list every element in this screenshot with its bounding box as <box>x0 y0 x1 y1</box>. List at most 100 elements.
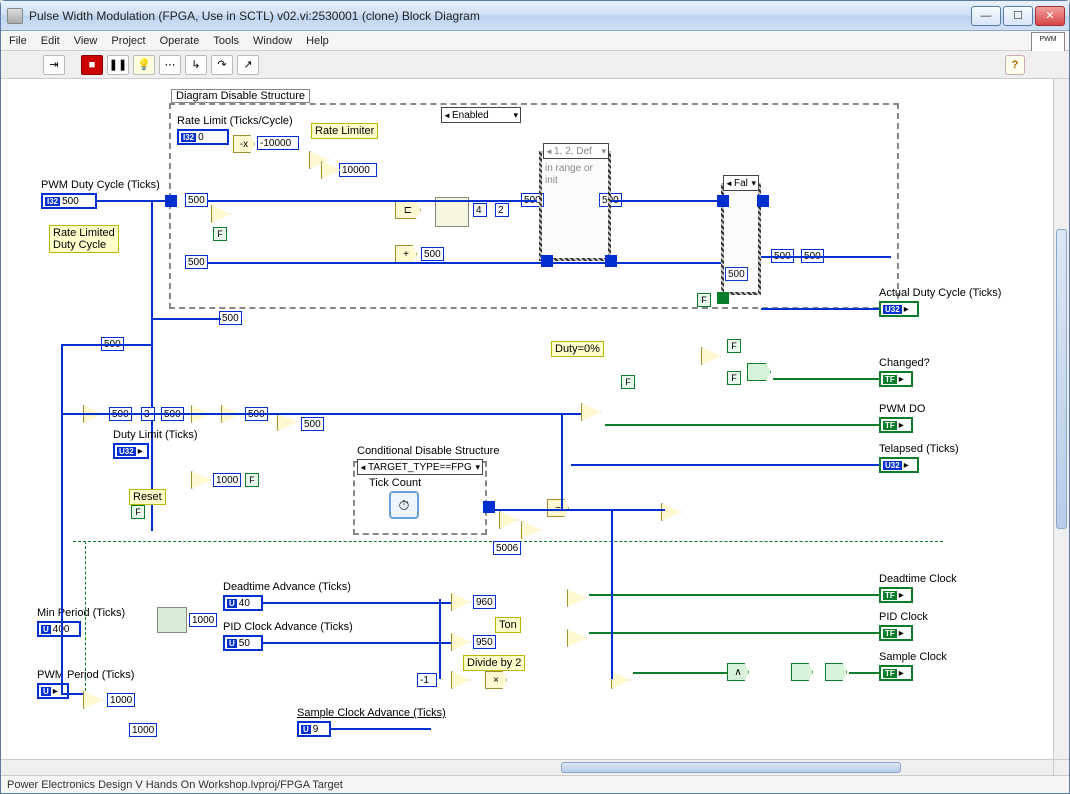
run-continuous-button[interactable]: ⇥ <box>43 55 65 75</box>
bundle-node[interactable] <box>435 197 469 227</box>
sample-clk-indicator[interactable]: TF▸ <box>879 665 913 681</box>
close-button[interactable]: ✕ <box>1035 6 1065 26</box>
const-pos10000: 10000 <box>339 163 377 177</box>
sub-node-6[interactable] <box>451 633 471 651</box>
step-over-button[interactable]: ↷ <box>211 55 233 75</box>
min-period-label: Min Period (Ticks) <box>37 607 125 619</box>
probe-500-1: 500 <box>185 193 208 207</box>
horizontal-scroll-thumb[interactable] <box>561 762 901 773</box>
deadtime-clk-label: Deadtime Clock <box>879 573 957 585</box>
compare-node-2[interactable] <box>581 403 601 421</box>
minimize-button[interactable]: — <box>971 6 1001 26</box>
pwm-do-label: PWM DO <box>879 403 925 415</box>
passthrough-node[interactable] <box>825 663 847 681</box>
pause-button[interactable]: ❚❚ <box>107 55 129 75</box>
select-node-2[interactable] <box>791 663 813 681</box>
scale-node[interactable]: × <box>485 671 507 689</box>
case-inrange-selector[interactable]: 1, 2, Def <box>543 143 609 159</box>
add-node-1[interactable]: + <box>395 245 417 263</box>
min-period-control[interactable]: U400 <box>37 621 81 637</box>
probe-960: 960 <box>473 595 496 609</box>
toolbar: ⇥ ■ ❚❚ 💡 ⋯ ↳ ↷ ↗ ? <box>1 51 1069 79</box>
shift-node[interactable] <box>451 671 471 689</box>
horizontal-scrollbar[interactable] <box>1 759 1053 775</box>
rate-limited-note: Rate LimitedDuty Cycle <box>49 225 119 253</box>
scroll-corner <box>1053 759 1069 775</box>
diagram-disable-selector[interactable]: Enabled <box>441 107 521 123</box>
pwm-period-control[interactable]: U▸ <box>37 683 69 699</box>
max-node-2[interactable] <box>83 691 103 709</box>
vertical-scrollbar[interactable] <box>1053 79 1069 759</box>
sub-node-4[interactable]: − <box>547 499 569 517</box>
menu-project[interactable]: Project <box>111 35 145 47</box>
case-false-selector[interactable]: Fal <box>723 175 759 191</box>
duty-zero-label: Duty=0% <box>551 341 604 357</box>
cond-struct-selector[interactable]: TARGET_TYPE==FPG <box>357 459 483 475</box>
select-node-green[interactable] <box>747 363 771 381</box>
sample-adv-control[interactable]: U9 <box>297 721 331 737</box>
const-2: 2 <box>495 203 509 217</box>
ge-node-5[interactable] <box>611 671 631 689</box>
tick-count-icon[interactable]: ⏱ <box>389 491 419 519</box>
telapsed-indicator[interactable]: U32▸ <box>879 457 919 473</box>
menu-help[interactable]: Help <box>306 35 329 47</box>
telapsed-label: Telapsed (Ticks) <box>879 443 959 455</box>
sub-node-5[interactable] <box>451 593 471 611</box>
rate-limit-control[interactable]: I320 <box>177 129 229 145</box>
menu-edit[interactable]: Edit <box>41 35 60 47</box>
const-neg1: -1 <box>417 673 437 687</box>
status-bar: Power Electronics Design V Hands On Work… <box>1 775 1069 793</box>
sub-node-2[interactable] <box>191 471 211 489</box>
inrange-coerce-node[interactable]: ⊏ <box>395 201 421 219</box>
app-icon <box>7 8 23 24</box>
menu-operate[interactable]: Operate <box>160 35 200 47</box>
step-out-button[interactable]: ↗ <box>237 55 259 75</box>
deadtime-adv-control[interactable]: U40 <box>223 595 263 611</box>
ge-node-1[interactable] <box>521 521 541 539</box>
highlight-button[interactable]: 💡 <box>133 55 155 75</box>
actual-duty-label: Actual Duty Cycle (Ticks) <box>879 287 1001 299</box>
duty-limit-control[interactable]: U32▸ <box>113 443 149 459</box>
vertical-scroll-thumb[interactable] <box>1056 229 1067 529</box>
changed-indicator[interactable]: TF▸ <box>879 371 913 387</box>
sub-node-3[interactable] <box>499 511 519 529</box>
actual-duty-indicator[interactable]: U32▸ <box>879 301 919 317</box>
reset-label: Reset <box>129 489 166 505</box>
retain-wire-button[interactable]: ⋯ <box>159 55 181 75</box>
maximize-button[interactable]: ☐ <box>1003 6 1033 26</box>
and-node-1[interactable]: ∧ <box>727 663 749 681</box>
window-title: Pulse Width Modulation (FPGA, Use in SCT… <box>29 9 971 23</box>
abort-button[interactable]: ■ <box>81 55 103 75</box>
menu-view[interactable]: View <box>74 35 98 47</box>
block-diagram-canvas[interactable]: Diagram Disable Structure Enabled Rate L… <box>1 79 1053 759</box>
pwm-period-label: PWM Period (Ticks) <box>37 669 134 681</box>
probe-500-9: 500 <box>219 311 242 325</box>
ge-node-3[interactable] <box>567 589 587 607</box>
menu-tools[interactable]: Tools <box>213 35 239 47</box>
deadtime-clk-indicator[interactable]: TF▸ <box>879 587 913 603</box>
pwm-duty-control[interactable]: I32500 <box>41 193 97 209</box>
menu-window[interactable]: Window <box>253 35 292 47</box>
pid-adv-control[interactable]: U50 <box>223 635 263 651</box>
titlebar: Pulse Width Modulation (FPGA, Use in SCT… <box>1 1 1069 31</box>
const-neg10000: -10000 <box>257 136 299 150</box>
rate-limiter-label: Rate Limiter <box>311 123 378 139</box>
minmax-node-2[interactable] <box>277 413 297 431</box>
bool-f-4: F <box>727 371 741 385</box>
coerce-icon-1[interactable] <box>157 607 187 633</box>
diagram-disable-label: Diagram Disable Structure <box>171 89 310 103</box>
menu-file[interactable]: File <box>9 35 27 47</box>
step-into-button[interactable]: ↳ <box>185 55 207 75</box>
probe-5006: 5006 <box>493 541 521 555</box>
negate-node[interactable]: -x <box>233 135 255 153</box>
or-node-1[interactable] <box>701 347 721 365</box>
ge-node-2[interactable] <box>661 503 681 521</box>
pid-clk-indicator[interactable]: TF▸ <box>879 625 913 641</box>
div2-label: Divide by 2 <box>463 655 525 671</box>
help-button[interactable]: ? <box>1005 55 1025 75</box>
probe-500-3: 500 <box>421 247 444 261</box>
ge-node-4[interactable] <box>567 629 587 647</box>
pwm-do-indicator[interactable]: TF▸ <box>879 417 913 433</box>
sample-clk-label: Sample Clock <box>879 651 947 663</box>
pid-clk-label: PID Clock <box>879 611 928 623</box>
